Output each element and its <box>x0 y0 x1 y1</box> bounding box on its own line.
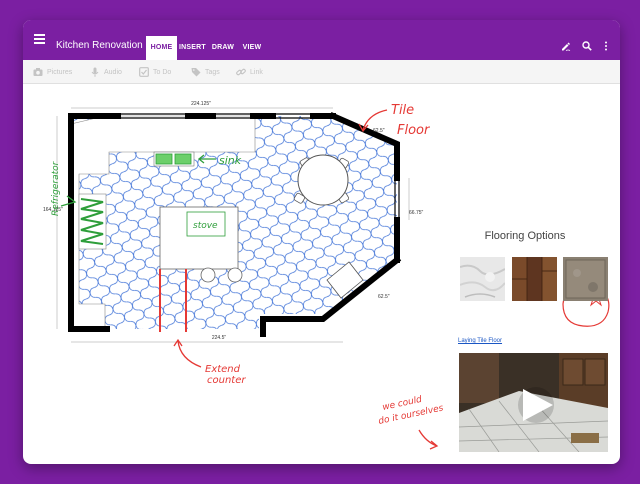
link-button[interactable]: Link <box>236 66 263 78</box>
stove-annotation: stove <box>193 221 218 231</box>
tag-icon <box>191 68 201 77</box>
video-link[interactable]: Laying Tile Floor <box>458 338 502 344</box>
video-thumbnail <box>459 353 608 452</box>
refrigerator-annotation: Refrigerator <box>51 160 61 216</box>
sink-annotation: sink <box>219 154 242 167</box>
extend-annotation-line1: Extend <box>205 364 241 375</box>
dim-lower-diagonal: 62.5" <box>378 294 390 300</box>
app-title: Kitchen Renovation <box>56 40 143 51</box>
stone-tile-thumbnail[interactable] <box>563 257 608 301</box>
tile-annotation-line1: Tile <box>391 103 414 118</box>
tab-view[interactable]: VIEW <box>242 36 262 60</box>
pictures-label: Pictures <box>47 68 73 76</box>
dim-upper-diagonal: 62.5" <box>373 128 385 134</box>
sink-basin-right <box>174 153 192 165</box>
search-icon[interactable] <box>582 41 592 51</box>
we-could-arrow <box>418 429 439 450</box>
stool <box>227 267 243 283</box>
dim-top: 224.125" <box>191 101 211 107</box>
marble-tile-thumbnail[interactable] <box>460 257 505 301</box>
dining-table <box>297 154 349 206</box>
todo-button[interactable]: To Do <box>139 66 171 78</box>
note-canvas[interactable]: 224.125" 164.125" 224.5" 66.75" 62.5" 62… <box>23 84 620 464</box>
tile-annotation-line2: Floor <box>397 123 431 138</box>
flooring-options-title: Flooring Options <box>484 230 566 242</box>
audio-button[interactable]: Audio <box>90 66 122 78</box>
tab-draw[interactable]: DRAW <box>211 36 235 60</box>
extend-arrow <box>173 338 202 368</box>
camera-icon <box>33 68 43 76</box>
wood-plank-thumbnail[interactable] <box>512 257 557 301</box>
pen-icon[interactable] <box>561 41 571 51</box>
app-bar: Kitchen Renovation HOME INSERT DRAW VIEW <box>23 20 620 60</box>
tab-home[interactable]: HOME <box>146 36 177 60</box>
dim-right: 66.75" <box>409 210 424 216</box>
pictures-button[interactable]: Pictures <box>33 66 72 78</box>
tags-label: Tags <box>205 68 220 76</box>
insert-toolbar: Pictures Audio To Do Tags Link <box>23 60 620 84</box>
todo-label: To Do <box>153 68 172 76</box>
video-player[interactable] <box>459 353 608 452</box>
link-label: Link <box>250 68 263 76</box>
dim-bottom: 224.5" <box>212 335 227 341</box>
app-window: Kitchen Renovation HOME INSERT DRAW VIEW… <box>23 20 620 464</box>
stool <box>200 267 216 283</box>
extend-annotation-line2: counter <box>207 375 246 386</box>
more-vert-icon[interactable] <box>601 41 611 51</box>
checkbox-icon <box>139 67 149 77</box>
tags-button[interactable]: Tags <box>191 66 220 78</box>
hamburger-menu-icon[interactable] <box>34 34 45 44</box>
link-icon <box>236 68 246 76</box>
microphone-icon <box>91 67 99 77</box>
sink-basin-left <box>155 153 173 165</box>
audio-label: Audio <box>104 68 122 76</box>
tab-insert[interactable]: INSERT <box>179 36 206 60</box>
